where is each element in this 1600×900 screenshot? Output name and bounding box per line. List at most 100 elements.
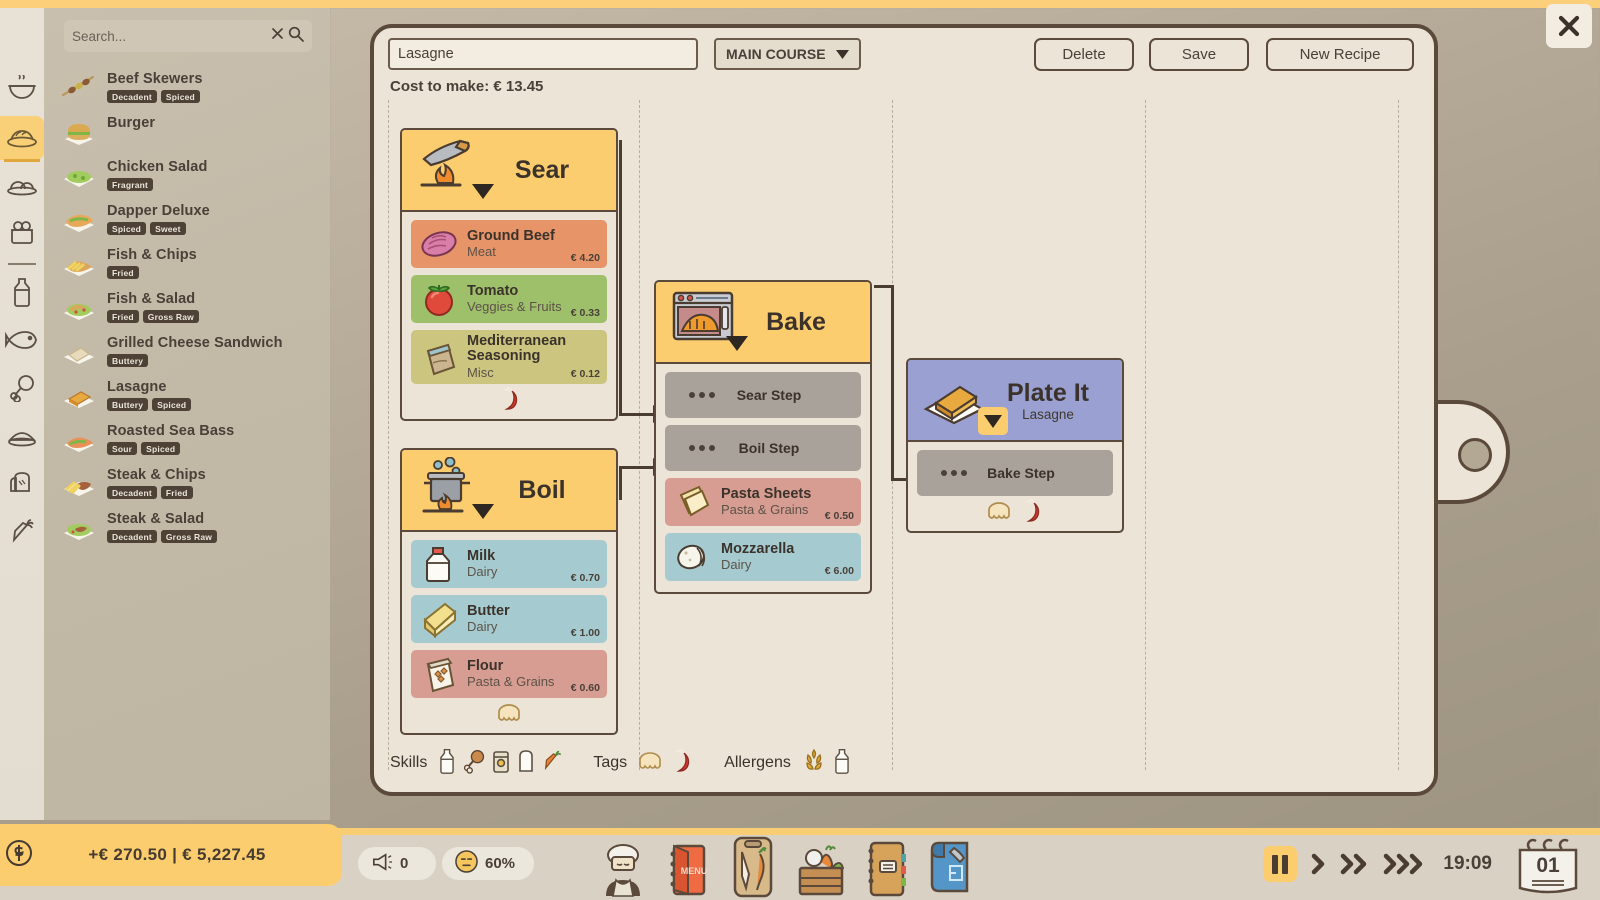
milk-bottle-icon bbox=[437, 748, 457, 779]
new-recipe-button[interactable]: New Recipe bbox=[1266, 38, 1414, 71]
staff-icon[interactable] bbox=[598, 842, 648, 900]
ingredient-row[interactable]: Pasta SheetsPasta & Grains€ 0.50 bbox=[665, 478, 861, 526]
recipe-name: Roasted Sea Bass bbox=[107, 424, 234, 439]
list-item[interactable]: Fish & ChipsFried bbox=[44, 240, 330, 284]
chicken-leg-icon bbox=[8, 374, 36, 407]
ingredient-price: € 0.70 bbox=[571, 572, 600, 584]
recipe-name: Chicken Salad bbox=[107, 160, 207, 175]
step-reference[interactable]: Sear Step bbox=[665, 372, 861, 418]
node-dropdown-caret[interactable] bbox=[726, 336, 748, 351]
list-item[interactable]: Fish & SaladFriedGross Raw bbox=[44, 284, 330, 328]
steak-chips-icon bbox=[58, 463, 100, 501]
list-item[interactable]: Dapper DeluxeSpicedSweet bbox=[44, 196, 330, 240]
tags-label: Tags bbox=[593, 754, 627, 772]
node-header[interactable]: Sear bbox=[402, 130, 616, 212]
ingredient-price: € 0.12 bbox=[571, 368, 600, 380]
rail-item-soup[interactable] bbox=[0, 66, 44, 114]
ingredients-crate-icon[interactable] bbox=[794, 840, 846, 900]
drag-handle-icon[interactable] bbox=[689, 392, 715, 398]
list-item[interactable]: Burger bbox=[44, 108, 330, 152]
recipe-tag-row: DecadentFried bbox=[107, 486, 206, 499]
search-input[interactable] bbox=[72, 29, 270, 44]
node-dropdown-caret[interactable] bbox=[472, 504, 494, 519]
fish-salad-icon bbox=[58, 287, 100, 325]
ingredient-row[interactable]: FlourPasta & Grains€ 0.60 bbox=[411, 650, 607, 698]
delete-button[interactable]: Delete bbox=[1034, 38, 1134, 71]
recipe-name-input[interactable] bbox=[398, 46, 688, 62]
step-reference[interactable]: Boil Step bbox=[665, 425, 861, 471]
recipe-tag-row: Fried bbox=[107, 266, 197, 279]
drag-handle-icon[interactable] bbox=[689, 445, 715, 451]
recipe-step-node-sear[interactable]: Sear Ground BeefMeat€ 4.20 TomatoVeggies &… bbox=[400, 128, 618, 421]
ads-stat[interactable]: 0 bbox=[358, 847, 436, 880]
list-item-info: Dapper DeluxeSpicedSweet bbox=[107, 199, 210, 235]
clear-search-icon[interactable] bbox=[270, 26, 285, 46]
satisfaction-stat[interactable]: 60% bbox=[442, 847, 534, 880]
step-reference[interactable]: Bake Step bbox=[917, 450, 1113, 496]
ingredient-row[interactable]: Mediterranean SeasoningMisc€ 0.12 bbox=[411, 330, 607, 384]
ingredient-price: € 6.00 bbox=[825, 565, 854, 577]
node-header[interactable]: Boil bbox=[402, 450, 616, 532]
fish-icon bbox=[5, 329, 39, 356]
course-select[interactable]: MAIN COURSE bbox=[714, 38, 861, 70]
list-item[interactable]: Steak & SaladDecadentGross Raw bbox=[44, 504, 330, 548]
save-button[interactable]: Save bbox=[1149, 38, 1249, 71]
list-item[interactable]: Roasted Sea BassSourSpiced bbox=[44, 416, 330, 460]
list-item-info: LasagneButterySpiced bbox=[107, 375, 191, 411]
rail-item-bread[interactable] bbox=[0, 462, 44, 510]
ingredient-row[interactable]: MilkDairy€ 0.70 bbox=[411, 540, 607, 588]
rail-item-main-course[interactable] bbox=[0, 114, 44, 162]
ingredient-name: Pasta Sheets bbox=[721, 487, 811, 503]
speed-2x-button[interactable] bbox=[1339, 851, 1371, 877]
rail-item-dairy[interactable] bbox=[0, 270, 44, 318]
list-item[interactable]: Grilled Cheese SandwichButtery bbox=[44, 328, 330, 372]
buttery-tag-icon bbox=[496, 702, 522, 729]
node-header[interactable]: Bake bbox=[656, 282, 870, 364]
list-item-info: Grilled Cheese SandwichButtery bbox=[107, 331, 283, 367]
recipe-step-node-plate[interactable]: Plate ItLasagne Bake Step bbox=[906, 358, 1124, 533]
bottom-hud: +€ 270.50 | € 5,227.45 0 60% bbox=[0, 828, 1600, 900]
status-badge: Decadent bbox=[107, 530, 157, 543]
speed-3x-button[interactable] bbox=[1383, 851, 1429, 877]
lasagne-icon bbox=[58, 375, 100, 413]
rail-divider bbox=[8, 263, 36, 265]
speed-1x-button[interactable] bbox=[1309, 851, 1327, 877]
ingredient-row[interactable]: ButterDairy€ 1.00 bbox=[411, 595, 607, 643]
recipe-step-node-boil[interactable]: Boil MilkDairy€ 0.70 ButterDairy€ 1.00 Flou… bbox=[400, 448, 618, 735]
ingredient-price: € 1.00 bbox=[571, 627, 600, 639]
list-item[interactable]: Steak & ChipsDecadentFried bbox=[44, 460, 330, 504]
search-icon[interactable] bbox=[288, 26, 304, 47]
ingredient-row[interactable]: TomatoVeggies & Fruits€ 0.33 bbox=[411, 275, 607, 323]
node-header[interactable]: Plate ItLasagne bbox=[908, 360, 1122, 442]
recipe-step-node-bake[interactable]: Bake Sear Step Boil Step Pasta SheetsPasta … bbox=[654, 280, 872, 594]
rail-item-vegetables[interactable] bbox=[0, 510, 44, 558]
node-subtitle: Lasagne bbox=[994, 407, 1102, 422]
pause-button[interactable] bbox=[1263, 846, 1297, 882]
close-button[interactable] bbox=[1546, 4, 1592, 48]
rail-item-grains[interactable] bbox=[0, 414, 44, 462]
node-tag-footer bbox=[917, 501, 1113, 527]
step-reference-label: Bake Step bbox=[967, 465, 1075, 481]
ingredient-row[interactable]: Ground BeefMeat€ 4.20 bbox=[411, 220, 607, 268]
recipe-name-field[interactable] bbox=[388, 38, 698, 70]
rail-item-fish[interactable] bbox=[0, 318, 44, 366]
blueprint-icon[interactable] bbox=[924, 840, 974, 900]
node-dropdown-caret[interactable] bbox=[472, 184, 494, 199]
list-item[interactable]: Chicken SaladFragrant bbox=[44, 152, 330, 196]
rail-item-dessert[interactable] bbox=[0, 162, 44, 210]
list-item-info: Steak & ChipsDecadentFried bbox=[107, 463, 206, 499]
list-item[interactable]: Beef SkewersDecadentSpiced bbox=[44, 64, 330, 108]
menu-book-icon[interactable]: MENU bbox=[664, 842, 712, 900]
node-title: Bake bbox=[742, 308, 850, 337]
search-box[interactable] bbox=[64, 20, 312, 52]
ingredient-row[interactable]: MozzarellaDairy€ 6.00 bbox=[665, 533, 861, 581]
rail-item-poultry[interactable] bbox=[0, 366, 44, 414]
drag-handle-icon[interactable] bbox=[941, 470, 967, 476]
recipes-board-icon[interactable] bbox=[728, 836, 778, 900]
recipe-editor-panel: MAIN COURSE Delete Save New Recipe Cost … bbox=[370, 24, 1438, 796]
list-item[interactable]: LasagneButterySpiced bbox=[44, 372, 330, 416]
notebook-icon[interactable] bbox=[862, 840, 908, 900]
rail-item-ice-cream[interactable] bbox=[0, 210, 44, 258]
node-dropdown-caret[interactable] bbox=[978, 407, 1008, 435]
mood-face-icon bbox=[455, 850, 478, 877]
